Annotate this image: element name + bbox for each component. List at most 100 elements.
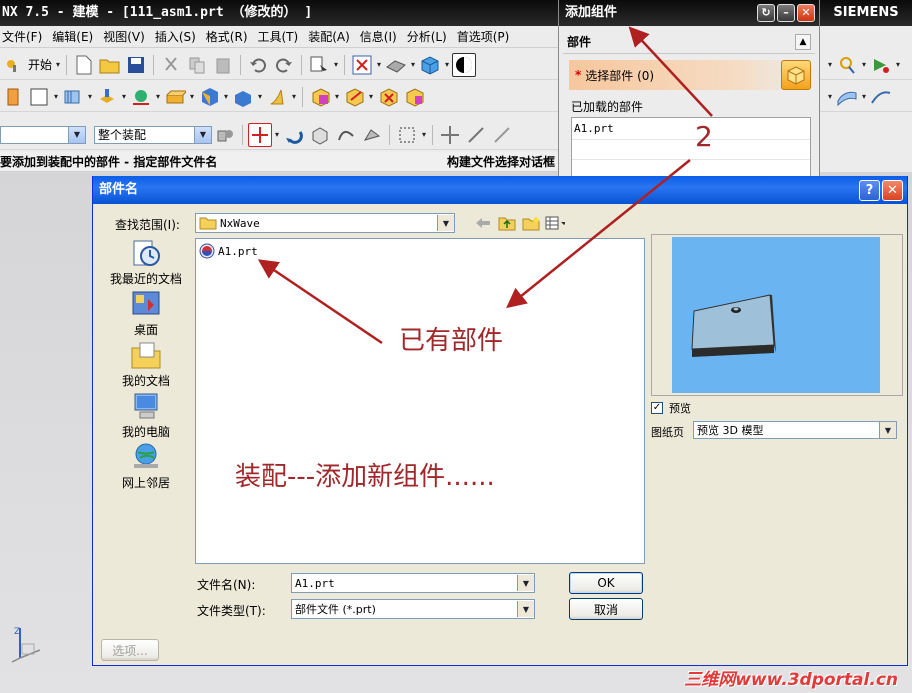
loaded-part-item[interactable]: A1.prt [572,118,810,140]
datum-plane-icon[interactable] [27,85,51,109]
surface-icon[interactable] [265,85,289,109]
copy-icon[interactable] [185,53,209,77]
redo-icon[interactable] [272,53,296,77]
cancel-button[interactable]: 取消 [569,598,643,620]
menu-tools[interactable]: 工具(T) [256,28,307,45]
save-icon[interactable] [124,53,148,77]
menu-format[interactable]: 格式(R) [204,28,256,45]
chevron-down-icon[interactable]: ▼ [68,126,85,143]
surface-dropdown[interactable]: ▾ [290,85,298,109]
chevron-down-icon[interactable]: ▼ [194,126,211,143]
up-folder-icon[interactable] [497,213,517,233]
assembly-mate-dropdown[interactable]: ▾ [367,85,375,109]
menu-file[interactable]: 文件(F) [0,28,50,45]
snap-point-icon[interactable] [248,122,272,147]
line-icon[interactable] [464,123,488,147]
chevron-down-icon[interactable]: ▼ [879,422,896,438]
extrude-dropdown[interactable]: ▾ [86,85,94,109]
start-button[interactable]: 开始 [28,56,52,73]
file-list[interactable]: A1.prt [195,238,645,564]
edge-blend-icon[interactable] [197,85,221,109]
file-name-input[interactable]: A1.prt ▼ [291,573,535,593]
place-desktop[interactable]: 桌面 [101,289,191,340]
chevron-up-icon[interactable]: ▲ [795,33,811,50]
extrude-icon[interactable] [61,85,85,109]
assembly-add-icon[interactable] [308,85,332,109]
cut-icon[interactable] [159,53,183,77]
surface-mesh-icon[interactable] [835,85,859,109]
open-part-cube-icon[interactable] [781,60,811,90]
right-toolbar-dropdown[interactable]: ▾ [826,85,834,109]
line-icon-2[interactable] [490,123,514,147]
hole-dropdown[interactable]: ▾ [154,85,162,109]
move-handle-icon[interactable] [438,123,462,147]
curve-net-icon[interactable] [869,85,893,109]
hole-icon[interactable] [129,85,153,109]
start-dropdown[interactable]: ▾ [54,53,62,77]
look-in-select[interactable]: NxWave ▼ [195,213,455,233]
measure-dropdown[interactable]: ▾ [860,53,868,77]
motion-dropdown[interactable]: ▾ [894,53,902,77]
pad-dropdown[interactable]: ▾ [188,85,196,109]
menu-assemblies[interactable]: 装配(A) [306,28,358,45]
rectangle-select-icon[interactable] [395,123,419,147]
preview-checkbox[interactable]: ✓ [651,402,663,414]
undo-selection-icon[interactable] [282,123,306,147]
right-toolbar-dropdown[interactable]: ▾ [826,53,834,77]
shaded-view-dropdown[interactable]: ▾ [409,53,417,77]
drawing-sheet-select[interactable]: 预览 3D 模型 ▼ [693,421,897,439]
selection-scope-icon[interactable] [213,123,237,147]
chamfer-icon[interactable] [231,85,255,109]
file-item[interactable]: A1.prt [199,243,258,259]
assembly-reposition-icon[interactable] [402,85,426,109]
new-file-icon[interactable] [72,53,96,77]
assembly-add-dropdown[interactable]: ▾ [333,85,341,109]
paste-icon[interactable] [211,53,235,77]
fit-view-icon[interactable] [350,53,374,77]
measure-icon[interactable] [835,53,859,77]
information-dropdown[interactable]: ▾ [332,53,340,77]
boss-dropdown[interactable]: ▾ [120,85,128,109]
render-style-dropdown[interactable]: ▾ [443,53,451,77]
render-style-icon[interactable] [418,53,442,77]
sketch-icon[interactable] [1,85,25,109]
part-section-header[interactable]: 部件 ▲ [563,30,815,54]
fit-view-dropdown[interactable]: ▾ [375,53,383,77]
menu-view[interactable]: 视图(V) [101,28,153,45]
select-part-row[interactable]: * 选择部件 (0) [569,60,811,90]
new-folder-icon[interactable] [521,213,541,233]
menu-information[interactable]: 信息(I) [358,28,405,45]
datum-dropdown[interactable]: ▾ [52,85,60,109]
file-type-select[interactable]: 部件文件 (*.prt) ▼ [291,599,535,619]
edge-blend-dropdown[interactable]: ▾ [222,85,230,109]
place-my-computer[interactable]: 我的电脑 [101,391,191,442]
menu-analysis[interactable]: 分析(L) [405,28,455,45]
menu-edit[interactable]: 编辑(E) [50,28,101,45]
start-icon[interactable] [1,53,25,77]
reset-icon[interactable]: ↻ [757,4,775,22]
boss-icon[interactable] [95,85,119,109]
assembly-scope-select[interactable]: 整个装配 ▼ [94,125,212,144]
ok-button[interactable]: OK [569,572,643,594]
surface-mesh-dropdown[interactable]: ▾ [860,85,868,109]
place-my-documents[interactable]: 我的文档 [101,340,191,391]
minimize-icon[interactable]: – [777,4,795,22]
options-button[interactable]: 选项... [101,639,159,661]
chevron-down-icon[interactable]: ▼ [437,215,454,231]
undo-icon[interactable] [246,53,270,77]
rectangle-select-dropdown[interactable]: ▾ [420,123,428,147]
chamfer-dropdown[interactable]: ▾ [256,85,264,109]
back-arrow-icon[interactable] [473,213,493,233]
shaded-view-icon[interactable] [384,53,408,77]
information-icon[interactable] [307,53,331,77]
menu-insert[interactable]: 插入(S) [153,28,204,45]
menu-preferences[interactable]: 首选项(P) [455,28,518,45]
chevron-down-icon[interactable]: ▼ [517,601,534,617]
help-icon[interactable]: ? [859,180,880,201]
preview-toggle[interactable]: ✓ 预览 [651,400,691,416]
assembly-remove-icon[interactable] [376,85,400,109]
type-filter-select[interactable]: ▼ [0,125,86,144]
background-icon[interactable] [452,52,477,77]
face-rule-icon[interactable] [360,123,384,147]
place-recent[interactable]: 我最近的文档 [101,238,191,289]
